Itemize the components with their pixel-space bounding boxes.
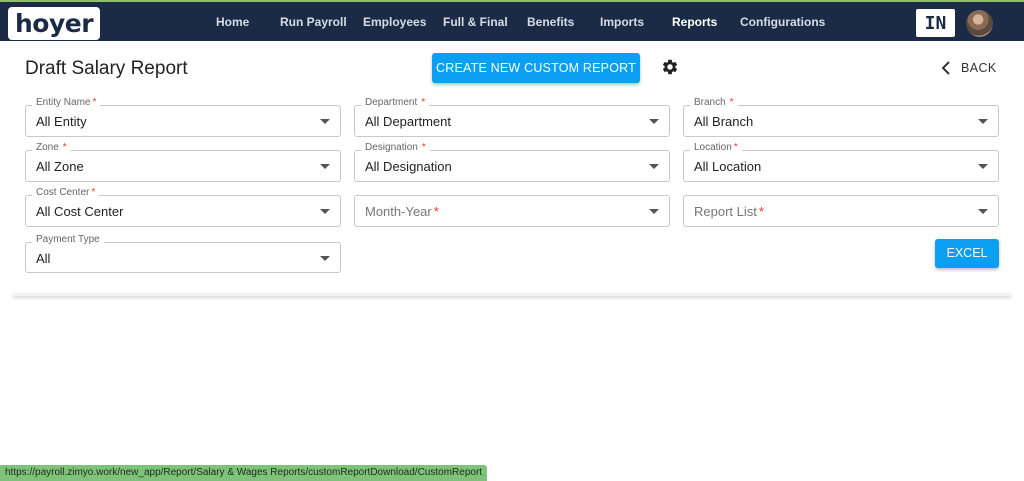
payment-type-label: Payment Type bbox=[32, 234, 104, 245]
payment-type-value: All bbox=[36, 251, 51, 266]
designation-value: All Designation bbox=[365, 159, 452, 174]
entity-name-select[interactable]: Entity Name * All Entity bbox=[25, 97, 341, 137]
payment-type-select[interactable]: Payment Type All bbox=[25, 234, 341, 273]
create-custom-report-button[interactable]: CREATE NEW CUSTOM REPORT bbox=[432, 53, 640, 83]
country-badge[interactable]: IN bbox=[916, 9, 955, 37]
nav-full-and-final[interactable]: Full & Final bbox=[443, 2, 508, 41]
month-year-placeholder-text: Month-Year bbox=[365, 204, 432, 219]
chevron-left-icon bbox=[941, 61, 950, 75]
caret-down-icon bbox=[978, 119, 988, 124]
caret-down-icon bbox=[320, 256, 330, 261]
required-marker: * bbox=[421, 97, 426, 108]
brand-logo[interactable]: hoyer bbox=[8, 7, 100, 40]
nav-benefits[interactable]: Benefits bbox=[527, 2, 574, 41]
department-value: All Department bbox=[365, 114, 451, 129]
branch-select[interactable]: Branch * All Branch bbox=[683, 97, 999, 137]
top-navigation-bar: hoyer Home Run Payroll Employees Full & … bbox=[0, 0, 1024, 41]
required-marker: * bbox=[92, 97, 97, 108]
caret-down-icon bbox=[320, 209, 330, 214]
designation-label: Designation * bbox=[361, 142, 430, 153]
month-year-select[interactable]: Month-Year * bbox=[354, 195, 670, 227]
card-bottom-edge bbox=[12, 293, 1012, 296]
caret-down-icon bbox=[649, 119, 659, 124]
location-value: All Location bbox=[694, 159, 762, 174]
entity-name-value: All Entity bbox=[36, 114, 87, 129]
nav-home[interactable]: Home bbox=[216, 2, 249, 41]
caret-down-icon bbox=[320, 164, 330, 169]
caret-down-icon bbox=[978, 164, 988, 169]
department-label-text: Department bbox=[365, 97, 418, 108]
nav-imports[interactable]: Imports bbox=[600, 2, 644, 41]
status-bar-url: https://payroll.zimyo.work/new_app/Repor… bbox=[0, 465, 488, 481]
nav-employees[interactable]: Employees bbox=[363, 2, 426, 41]
location-select[interactable]: Location * All Location bbox=[683, 142, 999, 182]
cost-center-value: All Cost Center bbox=[36, 204, 124, 219]
nav-run-payroll[interactable]: Run Payroll bbox=[280, 2, 347, 41]
caret-down-icon bbox=[978, 209, 988, 214]
branch-value: All Branch bbox=[694, 114, 754, 129]
month-year-placeholder: Month-Year * bbox=[365, 204, 439, 219]
gear-icon[interactable] bbox=[661, 58, 679, 76]
location-label-text: Location bbox=[694, 142, 732, 153]
entity-name-label: Entity Name * bbox=[32, 97, 101, 108]
page-title: Draft Salary Report bbox=[25, 58, 188, 79]
required-marker: * bbox=[433, 204, 439, 219]
excel-export-button[interactable]: EXCEL bbox=[935, 239, 999, 268]
designation-select[interactable]: Designation * All Designation bbox=[354, 142, 670, 182]
cost-center-label: Cost Center * bbox=[32, 187, 100, 198]
department-label: Department * bbox=[361, 97, 430, 108]
required-marker: * bbox=[729, 97, 734, 108]
designation-label-text: Designation bbox=[365, 142, 418, 153]
back-label: BACK bbox=[961, 61, 997, 75]
location-label: Location * bbox=[690, 142, 742, 153]
required-marker: * bbox=[758, 204, 764, 219]
zone-label: Zone * bbox=[32, 142, 71, 153]
branch-label: Branch * bbox=[690, 97, 738, 108]
zone-value: All Zone bbox=[36, 159, 84, 174]
report-list-placeholder: Report List * bbox=[694, 204, 764, 219]
caret-down-icon bbox=[649, 209, 659, 214]
report-list-placeholder-text: Report List bbox=[694, 204, 757, 219]
required-marker: * bbox=[733, 142, 738, 153]
required-marker: * bbox=[421, 142, 426, 153]
department-select[interactable]: Department * All Department bbox=[354, 97, 670, 137]
required-marker: * bbox=[91, 187, 96, 198]
cost-center-label-text: Cost Center bbox=[36, 187, 90, 198]
report-list-select[interactable]: Report List * bbox=[683, 195, 999, 227]
zone-select[interactable]: Zone * All Zone bbox=[25, 142, 341, 182]
caret-down-icon bbox=[649, 164, 659, 169]
nav-configurations[interactable]: Configurations bbox=[740, 2, 825, 41]
nav-reports[interactable]: Reports bbox=[672, 2, 717, 41]
branch-label-text: Branch bbox=[694, 97, 726, 108]
entity-name-label-text: Entity Name bbox=[36, 97, 91, 108]
brand-logo-text: hoyer bbox=[15, 9, 94, 38]
required-marker: * bbox=[62, 142, 67, 153]
caret-down-icon bbox=[320, 119, 330, 124]
zone-label-text: Zone bbox=[36, 142, 59, 153]
cost-center-select[interactable]: Cost Center * All Cost Center bbox=[25, 187, 341, 227]
user-avatar[interactable] bbox=[966, 10, 993, 37]
